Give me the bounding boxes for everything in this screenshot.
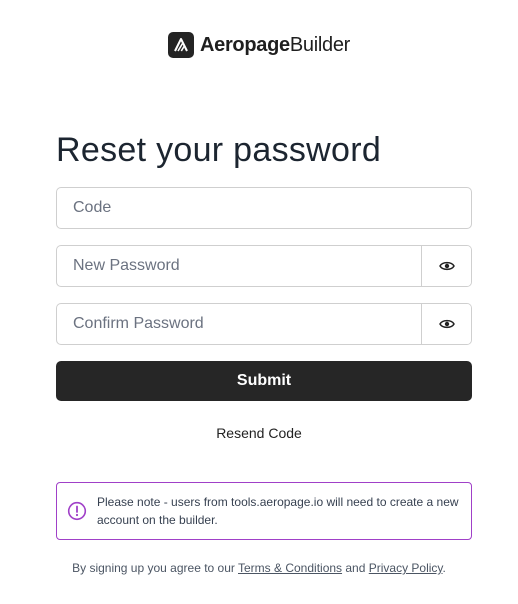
confirm-password-field	[56, 303, 472, 345]
brand-name: AeropageBuilder	[200, 34, 350, 57]
confirm-password-input[interactable]	[57, 304, 421, 344]
brand-logo: AeropageBuilder	[0, 32, 518, 58]
aeropage-logo-icon	[167, 32, 194, 58]
builder-account-notice: Please note - users from tools.aeropage.…	[56, 482, 472, 540]
privacy-policy-link[interactable]: Privacy Policy	[369, 561, 443, 575]
new-password-input[interactable]	[57, 246, 421, 286]
new-password-visibility-toggle[interactable]	[421, 246, 471, 286]
resend-code-link[interactable]: Resend Code	[0, 425, 518, 441]
terms-agreement: By signing up you agree to our Terms & C…	[0, 561, 518, 575]
terms-middle: and	[342, 561, 369, 575]
notice-text: Please note - users from tools.aeropage.…	[97, 495, 459, 527]
alert-circle-icon	[67, 501, 87, 521]
code-field	[56, 187, 472, 229]
eye-icon	[438, 319, 455, 329]
new-password-field	[56, 245, 472, 287]
terms-conditions-link[interactable]: Terms & Conditions	[238, 561, 342, 575]
terms-suffix: .	[442, 561, 446, 575]
brand-name-bold: Aeropage	[199, 33, 290, 56]
submit-button[interactable]: Submit	[56, 361, 472, 401]
confirm-password-visibility-toggle[interactable]	[421, 304, 471, 344]
brand-name-light: Builder	[289, 33, 350, 56]
page-title: Reset your password	[56, 131, 382, 169]
code-input[interactable]	[57, 188, 471, 228]
terms-prefix: By signing up you agree to our	[72, 561, 238, 575]
eye-icon	[438, 261, 455, 271]
